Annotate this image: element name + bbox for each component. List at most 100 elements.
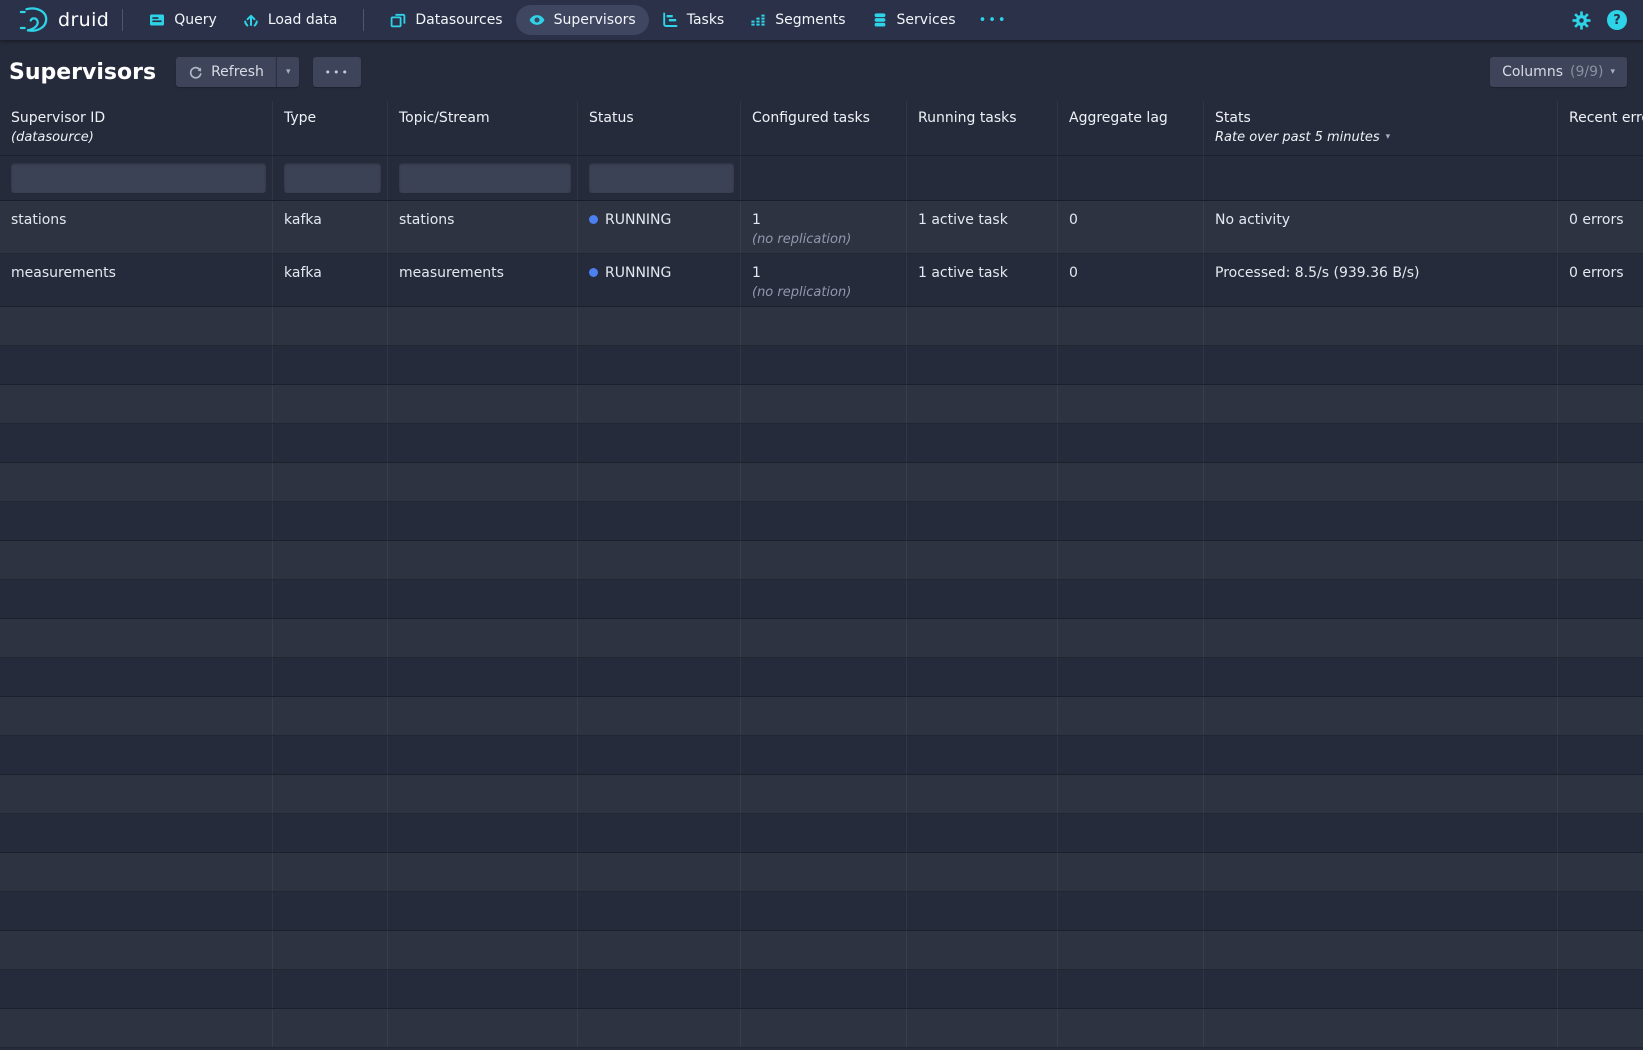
empty-cell xyxy=(741,463,907,501)
empty-cell xyxy=(1204,892,1558,930)
column-header-status[interactable]: Status xyxy=(578,101,741,155)
empty-cell xyxy=(1058,1009,1204,1047)
replication-note: (no replication) xyxy=(752,285,896,300)
settings-gear-icon[interactable] xyxy=(1572,11,1591,30)
empty-cell xyxy=(1204,541,1558,579)
nav-more-button[interactable]: ••• xyxy=(969,13,1018,28)
column-header-configured-tasks[interactable]: Configured tasks xyxy=(741,101,907,155)
empty-cell xyxy=(1558,385,1643,423)
table-row-measurements[interactable]: measurements kafka measurements RUNNING … xyxy=(0,254,1643,307)
nav-item-label: Query xyxy=(174,12,217,28)
empty-cell xyxy=(0,502,273,540)
nav-item-segments[interactable]: Segments xyxy=(737,5,858,35)
help-icon[interactable]: ? xyxy=(1607,10,1627,30)
filter-input-topic-stream[interactable] xyxy=(399,163,571,193)
empty-cell xyxy=(273,736,388,774)
cell-supervisor-id[interactable]: measurements xyxy=(0,254,273,306)
page-title: Supervisors xyxy=(9,60,156,85)
caret-down-icon: ▾ xyxy=(286,68,291,77)
nav-item-datasources[interactable]: Datasources xyxy=(377,5,515,35)
table-row-empty xyxy=(0,775,1643,814)
empty-cell xyxy=(388,892,578,930)
empty-cell xyxy=(1058,307,1204,345)
column-header-topic-stream[interactable]: Topic/Stream xyxy=(388,101,578,155)
table-row-stations[interactable]: stations kafka stations RUNNING 1 (no re… xyxy=(0,201,1643,254)
empty-cell xyxy=(0,853,273,891)
empty-cell xyxy=(1558,970,1643,1008)
empty-cell xyxy=(578,1009,741,1047)
empty-cell xyxy=(578,385,741,423)
stats-rate-selector[interactable]: Rate over past 5 minutes ▾ xyxy=(1215,130,1547,145)
column-header-stats[interactable]: Stats Rate over past 5 minutes ▾ xyxy=(1204,101,1558,155)
empty-cell xyxy=(907,424,1058,462)
empty-cell xyxy=(388,541,578,579)
column-header-aggregate-lag[interactable]: Aggregate lag xyxy=(1058,101,1204,155)
status-text: RUNNING xyxy=(605,212,671,228)
empty-cell xyxy=(0,463,273,501)
empty-cell xyxy=(273,970,388,1008)
filter-input-type[interactable] xyxy=(284,163,381,193)
empty-cell xyxy=(1558,775,1643,813)
empty-cell xyxy=(578,580,741,618)
empty-cell xyxy=(1058,970,1204,1008)
nav-item-supervisors[interactable]: Supervisors xyxy=(516,5,649,35)
refresh-label: Refresh xyxy=(211,64,264,80)
column-header-recent-errors[interactable]: Recent errors xyxy=(1558,101,1643,155)
empty-cell xyxy=(273,619,388,657)
empty-cell xyxy=(1558,463,1643,501)
refresh-icon xyxy=(188,65,203,80)
column-header-type[interactable]: Type xyxy=(273,101,388,155)
filter-input-supervisor-id[interactable] xyxy=(11,163,266,193)
column-header-supervisor-id[interactable]: Supervisor ID (datasource) xyxy=(0,101,273,155)
empty-cell xyxy=(741,658,907,696)
empty-cell xyxy=(1058,931,1204,969)
empty-cell xyxy=(0,580,273,618)
cell-status: RUNNING xyxy=(578,254,741,306)
table-row-empty xyxy=(0,385,1643,424)
column-subheader: (datasource) xyxy=(11,130,262,145)
empty-cell xyxy=(1058,853,1204,891)
empty-cell xyxy=(1558,892,1643,930)
empty-cell xyxy=(388,853,578,891)
nav-item-services[interactable]: Services xyxy=(859,5,969,35)
druid-logo[interactable]: druid xyxy=(16,5,109,35)
empty-cell xyxy=(741,853,907,891)
empty-cell xyxy=(741,580,907,618)
table-row-empty xyxy=(0,307,1643,346)
empty-cell xyxy=(907,385,1058,423)
caret-down-icon: ▾ xyxy=(1610,68,1615,77)
empty-cell xyxy=(1058,814,1204,852)
empty-cell xyxy=(1204,697,1558,735)
empty-cell xyxy=(0,346,273,384)
nav-item-query[interactable]: Query xyxy=(136,5,230,35)
empty-cell xyxy=(741,619,907,657)
table-row-empty xyxy=(0,658,1643,697)
status-running-dot xyxy=(589,268,598,277)
empty-cell xyxy=(741,385,907,423)
empty-cell xyxy=(578,931,741,969)
empty-cell xyxy=(388,346,578,384)
refresh-button[interactable]: Refresh xyxy=(176,57,276,87)
empty-cell xyxy=(741,541,907,579)
empty-cell xyxy=(388,658,578,696)
cell-supervisor-id[interactable]: stations xyxy=(0,201,273,253)
druid-logo-text: druid xyxy=(58,9,109,31)
empty-cell xyxy=(273,385,388,423)
empty-cell xyxy=(388,424,578,462)
page-more-button[interactable]: ••• xyxy=(313,57,360,87)
column-header-running-tasks[interactable]: Running tasks xyxy=(907,101,1058,155)
refresh-dropdown-button[interactable]: ▾ xyxy=(276,57,300,87)
empty-cell xyxy=(0,385,273,423)
columns-button[interactable]: Columns (9/9) ▾ xyxy=(1490,57,1627,87)
empty-cell xyxy=(1058,697,1204,735)
nav-item-load-data[interactable]: Load data xyxy=(230,5,351,35)
empty-cell xyxy=(578,697,741,735)
filter-input-status[interactable] xyxy=(589,163,734,193)
empty-cell xyxy=(1558,697,1643,735)
empty-cell xyxy=(388,385,578,423)
empty-cell xyxy=(273,541,388,579)
nav-item-tasks[interactable]: Tasks xyxy=(649,5,738,35)
druid-logo-icon xyxy=(16,5,52,35)
table-row-empty xyxy=(0,424,1643,463)
empty-cell xyxy=(273,1009,388,1047)
